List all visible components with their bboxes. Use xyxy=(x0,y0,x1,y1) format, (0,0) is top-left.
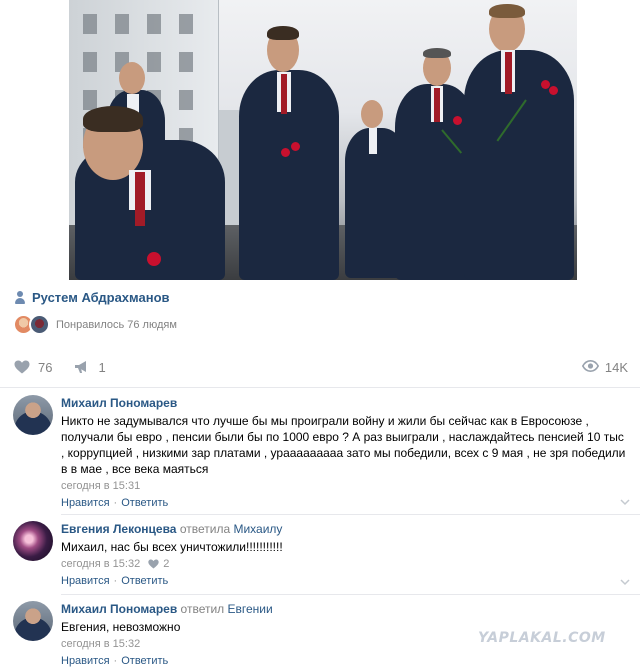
eye-icon xyxy=(581,359,599,375)
comment-time[interactable]: сегодня в 15:32 xyxy=(61,557,140,571)
commenter-avatar[interactable] xyxy=(13,601,53,641)
repost-button[interactable]: 1 xyxy=(74,359,106,375)
chevron-down-icon[interactable] xyxy=(620,497,630,507)
heart-icon xyxy=(14,360,30,374)
post-stats-bar: 76 1 14K xyxy=(14,358,628,376)
comment-time[interactable]: сегодня в 15:31 xyxy=(61,479,140,493)
liked-by-text[interactable]: Понравилось 76 людям xyxy=(56,319,177,331)
comment-reply-link[interactable]: Ответить xyxy=(121,655,168,667)
comment-reply-word: ответила xyxy=(179,522,231,536)
like-button[interactable]: 76 xyxy=(14,360,52,375)
liker-avatar[interactable] xyxy=(29,314,50,335)
like-count: 76 xyxy=(38,359,53,375)
comment-reply-link[interactable]: Ответить xyxy=(121,575,168,587)
comment-time[interactable]: сегодня в 15:32 xyxy=(61,637,140,651)
divider xyxy=(61,594,640,595)
comment-author[interactable]: Евгения Леконцева xyxy=(61,522,176,536)
post-photo[interactable] xyxy=(69,0,577,280)
site-watermark: YAPLAKAL.COM xyxy=(478,630,606,646)
comment-reply-target[interactable]: Евгении xyxy=(228,602,273,616)
commenter-avatar[interactable] xyxy=(13,521,53,561)
person-icon xyxy=(14,290,26,304)
heart-icon xyxy=(148,559,159,569)
views-count: 14K xyxy=(604,359,628,375)
post-author-name[interactable]: Рустем Абдрахманов xyxy=(32,290,170,305)
comment-like-link[interactable]: Нравится xyxy=(61,655,110,667)
chevron-down-icon[interactable] xyxy=(620,577,630,587)
repost-count: 1 xyxy=(98,359,106,375)
comment-reply-link[interactable]: Ответить xyxy=(121,497,168,509)
post-author-row[interactable]: Рустем Абдрахманов xyxy=(14,288,170,306)
comment-text: Михаил, нас бы всех уничтожили!!!!!!!!!!… xyxy=(61,540,283,554)
comment-item: Михаил Пономарев Никто не задумывался чт… xyxy=(13,395,630,513)
comment-like-counter[interactable]: 2 xyxy=(148,557,169,571)
divider xyxy=(61,514,640,515)
comment-item: Евгения Леконцева ответила Михаилу Михаи… xyxy=(13,521,630,591)
liked-by-row[interactable]: Понравилось 76 людям xyxy=(13,314,177,335)
comment-author[interactable]: Михаил Пономарев xyxy=(61,602,177,616)
comment-like-count: 2 xyxy=(163,558,170,570)
divider xyxy=(0,387,640,388)
comment-text: Никто не задумывался что лучше бы мы про… xyxy=(61,414,626,476)
comment-reply-target[interactable]: Михаилу xyxy=(233,522,282,536)
commenter-avatar[interactable] xyxy=(13,395,53,435)
comment-like-link[interactable]: Нравится xyxy=(61,497,110,509)
comment-author[interactable]: Михаил Пономарев xyxy=(61,396,177,410)
views-counter: 14K xyxy=(581,359,628,375)
comment-reply-word: ответил xyxy=(180,602,225,616)
comment-like-link[interactable]: Нравится xyxy=(61,575,110,587)
megaphone-icon xyxy=(74,360,90,374)
